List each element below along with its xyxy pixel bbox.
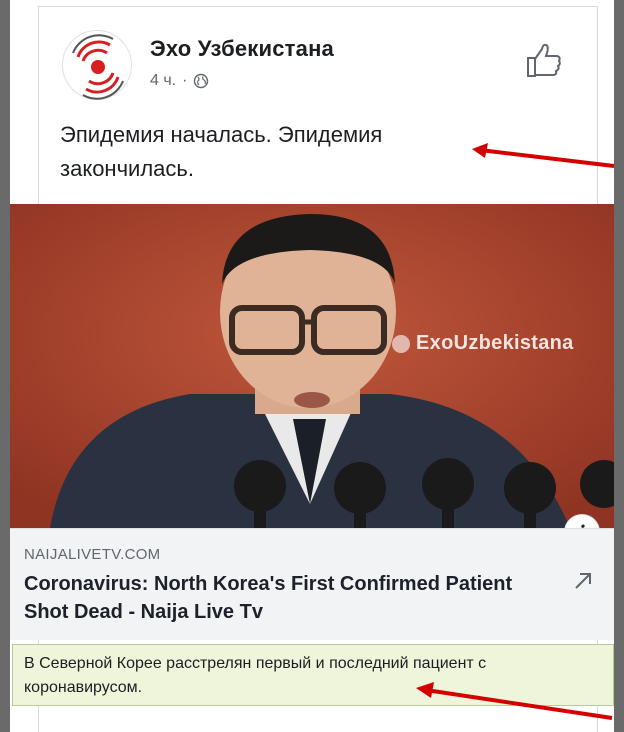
link-title[interactable]: Coronavirus: North Korea's First Confirm…	[24, 570, 544, 626]
red-arrow-annotation	[472, 143, 615, 168]
globe-icon	[194, 73, 209, 89]
watermark-logo-icon	[392, 334, 410, 353]
page-name[interactable]: Эхо Узбекистана	[150, 36, 334, 62]
photo-watermark: ExoUzbekistana	[392, 332, 574, 355]
post-meta: 4 ч. ·	[150, 72, 209, 90]
red-arrow-annotation-2	[416, 682, 613, 720]
watermark-text: ExoUzbekistana	[416, 332, 574, 354]
post-text: Эпидемия началась. Эпидемия закончилась.	[60, 122, 383, 181]
page-avatar[interactable]	[62, 30, 132, 100]
meta-separator: ·	[182, 72, 188, 89]
post-photo[interactable]	[10, 204, 614, 528]
thumbs-up-icon[interactable]	[524, 40, 564, 80]
echo-logo-icon	[72, 34, 124, 100]
post-time[interactable]: 4 ч.	[150, 72, 176, 90]
photo-illustration	[10, 204, 614, 528]
external-link-icon[interactable]	[572, 570, 594, 592]
link-domain: NAIJALIVETV.COM	[24, 546, 161, 563]
